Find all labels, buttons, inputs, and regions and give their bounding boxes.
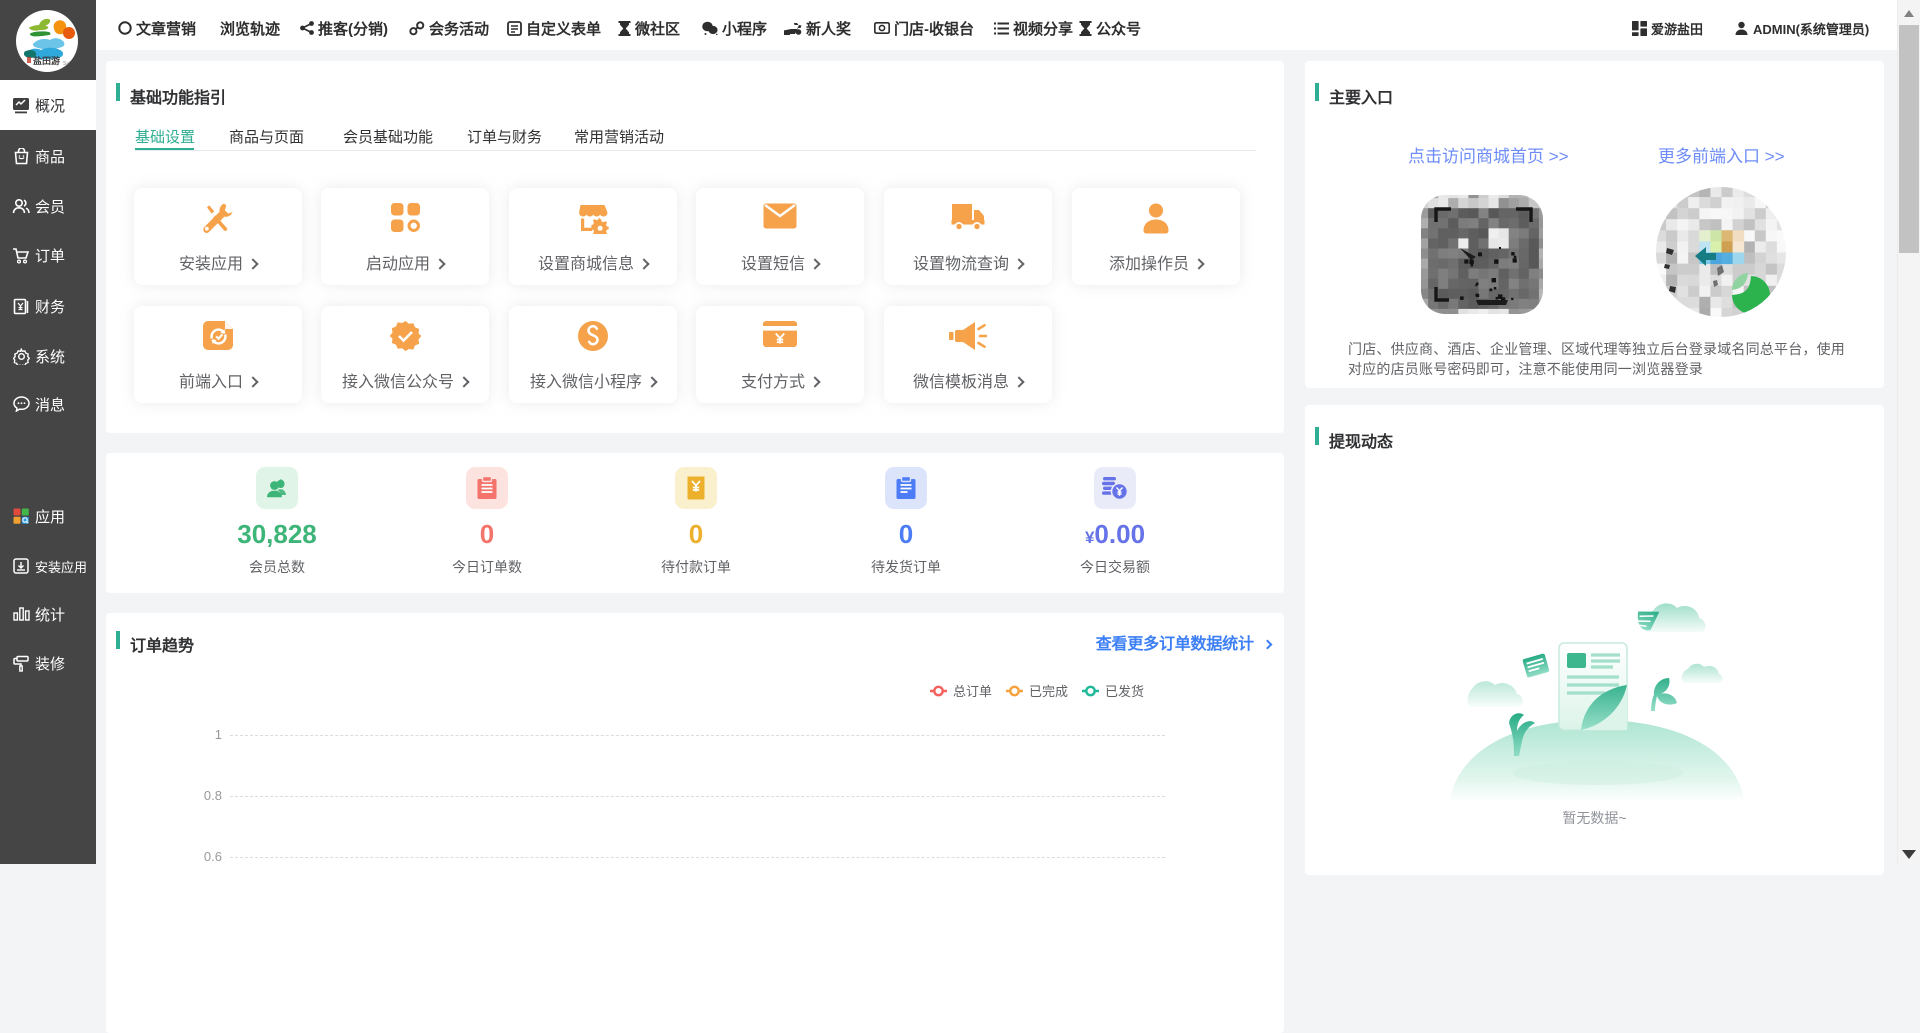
svg-text:盐田游: 盐田游 [33,55,60,66]
svg-text:SaTin: SaTin [63,61,76,67]
